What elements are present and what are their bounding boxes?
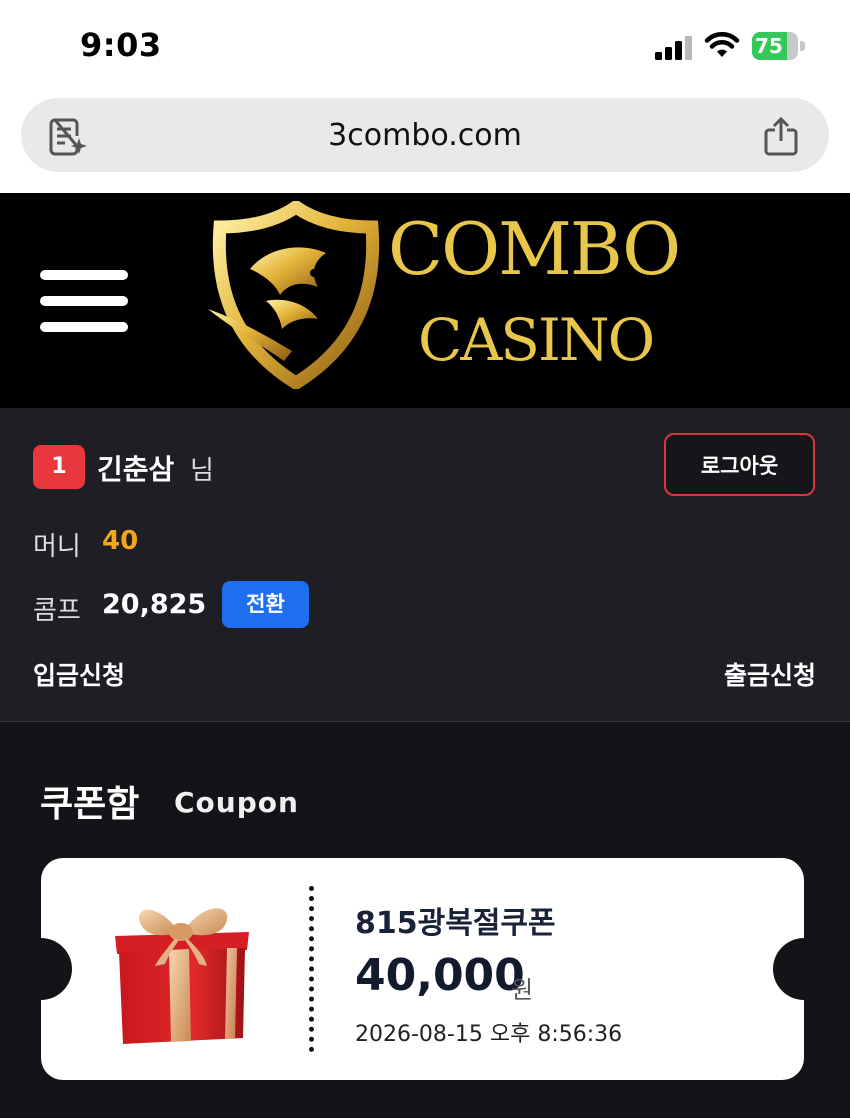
url-text[interactable]: 3combo.com <box>21 118 829 153</box>
battery-level: 75 <box>755 34 783 58</box>
ticket-notch-left <box>10 938 72 1000</box>
money-value: 40 <box>102 526 139 556</box>
address-bar[interactable]: 3combo.com <box>21 98 829 172</box>
coupon-amount: 40,000 <box>355 950 525 1001</box>
withdraw-request-link[interactable]: 출금신청 <box>724 656 816 692</box>
shield-logo-icon[interactable] <box>206 201 386 389</box>
comp-value: 20,825 <box>102 589 207 620</box>
comp-label: 콤프 <box>33 596 81 626</box>
username-honorific: 님 <box>190 456 214 486</box>
coupon-section-subtitle: Coupon <box>174 786 299 819</box>
user-info-panel: 1 긴춘삼 님 로그아웃 머니 40 콤프 20,825 전환 입금신청 출금신… <box>0 408 850 722</box>
logout-button[interactable]: 로그아웃 <box>664 433 815 496</box>
money-label: 머니 <box>33 532 81 562</box>
coupon-name: 815광복절쿠폰 <box>355 906 556 941</box>
wifi-icon <box>704 32 740 57</box>
battery-icon: 75 <box>752 32 806 60</box>
browser-toolbar: 3combo.com <box>0 92 850 193</box>
logo-text-combo: COMBO <box>388 207 681 291</box>
hamburger-menu-icon[interactable] <box>40 270 130 332</box>
convert-comp-button[interactable]: 전환 <box>222 581 309 628</box>
status-time: 9:03 <box>80 26 162 64</box>
coupon-section-title: 쿠폰함 <box>40 784 140 825</box>
coupon-currency-unit: 원 <box>511 976 534 1004</box>
username: 긴춘삼 <box>97 453 175 486</box>
ticket-notch-right <box>773 938 835 1000</box>
deposit-request-link[interactable]: 입금신청 <box>33 656 125 692</box>
site-header: COMBO CASINO <box>0 193 850 408</box>
cellular-signal-icon <box>655 36 692 60</box>
level-badge: 1 <box>33 445 85 489</box>
coupon-expiry: 2026-08-15 오후 8:56:36 <box>355 1022 623 1047</box>
ticket-divider <box>309 886 314 1052</box>
logo-text-casino: CASINO <box>418 306 655 374</box>
share-icon[interactable] <box>763 116 799 156</box>
gift-box-icon <box>115 908 249 1044</box>
status-bar: 9:03 75 <box>0 0 850 92</box>
coupon-card[interactable]: 815광복절쿠폰 40,000 원 2026-08-15 오후 8:56:36 <box>10 858 835 1080</box>
